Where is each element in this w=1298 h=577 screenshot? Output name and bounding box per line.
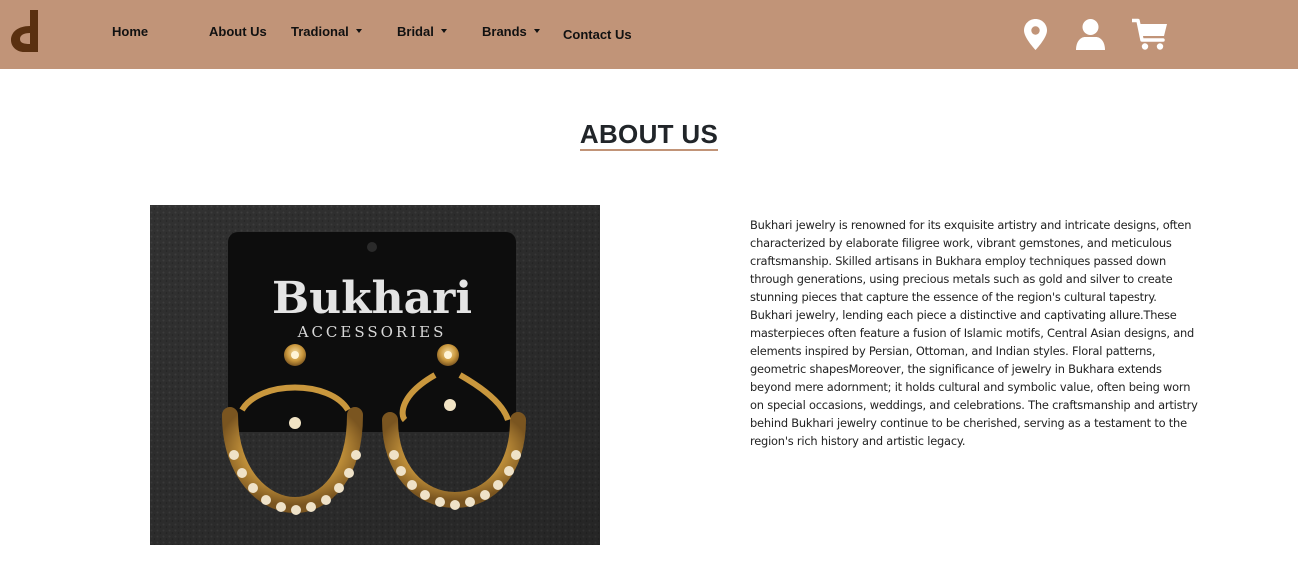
- chevron-down-icon: [355, 29, 362, 33]
- navbar: Home About Us Tradional Bridal Brands Co…: [0, 0, 1298, 69]
- nav-bridal-dropdown[interactable]: Bridal: [397, 24, 447, 40]
- photo-brand-text: Bukhari: [272, 273, 472, 324]
- user-icon[interactable]: [1076, 19, 1105, 55]
- cart-icon[interactable]: [1130, 18, 1168, 55]
- page-title-text: ABOUT US: [579, 119, 719, 151]
- page-title: ABOUT US: [0, 114, 1298, 151]
- nav-about-us[interactable]: About Us: [209, 24, 267, 40]
- product-image: Bukhari ACCESSORIES: [150, 205, 600, 545]
- chevron-down-icon: [440, 29, 447, 33]
- brand-logo-icon[interactable]: [8, 10, 42, 54]
- nav-brands-dropdown[interactable]: Brands: [482, 24, 540, 40]
- nav-home[interactable]: Home: [112, 24, 148, 40]
- about-paragraph: Bukhari jewelry is renowned for its exqu…: [750, 218, 1198, 448]
- nav-traditional-label: Tradional: [291, 24, 349, 39]
- nav-traditional-dropdown[interactable]: Tradional: [291, 24, 362, 40]
- location-pin-icon[interactable]: [1024, 19, 1047, 55]
- photo-brand-subtext: ACCESSORIES: [297, 323, 447, 341]
- chevron-down-icon: [533, 29, 540, 33]
- nav-brands-label: Brands: [482, 24, 527, 39]
- nav-bridal-label: Bridal: [397, 24, 434, 39]
- nav-contact-us[interactable]: Contact Us: [563, 27, 632, 43]
